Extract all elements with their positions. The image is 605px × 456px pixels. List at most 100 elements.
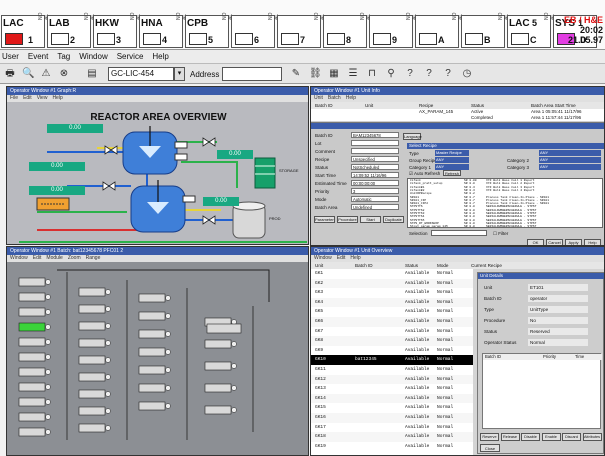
alarm-group-cell[interactable]: CPBNO AL5: [185, 13, 234, 48]
phase-node[interactable]: [138, 383, 166, 393]
table-row[interactable]: GK7 Available Normal: [311, 326, 473, 337]
form-field[interactable]: 00:00:00:00: [351, 180, 399, 186]
form-field[interactable]: 3: [351, 188, 399, 194]
dialog-button[interactable]: OK: [527, 239, 544, 245]
column-header[interactable]: Recipe: [419, 102, 433, 109]
menu-event[interactable]: Event: [28, 50, 48, 63]
print-icon[interactable]: 🖶: [4, 68, 16, 80]
unit-info-window[interactable]: Operator Window #1 Unit Info Unit Batch He…: [310, 86, 605, 246]
filter-select[interactable]: Master Recipe: [435, 150, 469, 156]
phase-node[interactable]: [78, 423, 106, 433]
unit-action-button[interactable]: Disable: [521, 433, 540, 441]
column-header[interactable]: Status: [405, 262, 418, 269]
filter-select[interactable]: ANY: [539, 164, 601, 170]
table-row[interactable]: GK6 Available Normal: [311, 317, 473, 327]
recipe-list[interactable]: CLTank SR 0.00 XYZ Bulk Base Coil 1 Report…: [407, 178, 603, 228]
tag-dropdown-icon[interactable]: ▾: [174, 67, 185, 81]
window-menu-item[interactable]: Edit: [23, 95, 32, 102]
window-menu-item[interactable]: Module: [46, 255, 62, 262]
unit-action-button[interactable]: Discard: [562, 433, 581, 441]
alarm-group-cell[interactable]: HKWNO AL3: [93, 13, 142, 48]
request-list[interactable]: Batch ID Priority Time: [482, 353, 602, 429]
form-field[interactable]: [351, 148, 399, 154]
window-menu-item[interactable]: File: [10, 95, 18, 102]
help-icon[interactable]: ?: [404, 68, 416, 80]
window-menu-item[interactable]: Window: [314, 255, 332, 262]
edit-icon[interactable]: ✎: [290, 68, 302, 80]
help-icon[interactable]: ?: [442, 68, 454, 80]
refresh-button[interactable]: Refresh: [443, 170, 461, 176]
reactor-window[interactable]: Operator Window #1 Graph:R File Edit View H…: [6, 86, 309, 245]
window-menu-item[interactable]: Window: [10, 255, 28, 262]
phase-node[interactable]: [18, 412, 46, 422]
alarm-group-cell[interactable]: LACNO ALC5: [507, 13, 556, 48]
menu-service[interactable]: Service: [117, 50, 144, 63]
phase-node[interactable]: [138, 293, 166, 303]
phase-node[interactable]: [204, 405, 232, 415]
form-field[interactable]: NotScheduled: [351, 164, 399, 170]
dialog-button[interactable]: Help: [584, 239, 601, 245]
column-header[interactable]: Mode: [437, 262, 449, 269]
form-field[interactable]: Automatic: [351, 196, 399, 202]
window-menu-item[interactable]: Help: [52, 95, 62, 102]
link-icon[interactable]: ⛓: [309, 68, 322, 80]
column-header[interactable]: Current Recipe: [471, 262, 502, 269]
cancel-icon[interactable]: ⊗: [58, 68, 70, 80]
alarm-icon[interactable]: ⚠: [40, 68, 52, 80]
phase-node[interactable]: [18, 367, 46, 377]
table-row[interactable]: GK18 Available Normal: [311, 432, 473, 442]
phase-node[interactable]: [18, 322, 46, 332]
table-row[interactable]: GK14 Available Normal: [311, 393, 473, 404]
phase-node[interactable]: [18, 382, 46, 392]
table-row[interactable]: GK2 Available Normal: [311, 278, 473, 289]
unit-action-button[interactable]: Release: [500, 433, 520, 441]
phase-node[interactable]: [18, 292, 46, 302]
column-header[interactable]: Batch ID: [355, 262, 373, 269]
form-button[interactable]: Procedure: [337, 216, 358, 223]
table-row[interactable]: GK3 Available Normal: [311, 288, 473, 298]
menu-help[interactable]: Help: [152, 50, 168, 63]
phase-node[interactable]: [18, 352, 46, 362]
window-menu-item[interactable]: Zoom: [68, 255, 81, 262]
phase-node[interactable]: [204, 339, 232, 349]
filter-checkbox[interactable]: ☐ Filter: [493, 231, 508, 237]
unit-action-button[interactable]: Reserve: [480, 433, 499, 441]
form-button[interactable]: Start: [360, 216, 381, 223]
alarm-group-cell[interactable]: NO ALA: [415, 13, 464, 48]
zoom-icon[interactable]: 🔍: [22, 68, 34, 80]
filter-select[interactable]: ANY: [539, 150, 601, 156]
recipe-row[interactable]: Stpst_param_param_145 SR 0.0 SERIALNUMBERS…: [408, 225, 602, 227]
phase-node[interactable]: [18, 307, 46, 317]
table-row[interactable]: GK12 Available Normal: [311, 374, 473, 385]
phase-node[interactable]: [18, 277, 46, 287]
tag-input[interactable]: GC-LIC-454: [108, 67, 174, 81]
list-icon[interactable]: ☰: [347, 68, 359, 80]
column-header[interactable]: Unit: [365, 102, 373, 109]
window-list-icon[interactable]: ▤: [86, 68, 98, 80]
table-row[interactable]: GK16 Available Normal: [311, 413, 473, 423]
phase-node[interactable]: [138, 347, 166, 357]
pin-icon[interactable]: ⚲: [385, 68, 397, 80]
alarm-group-cell[interactable]: NO ALB: [461, 13, 510, 48]
unit-action-button[interactable]: Enable: [541, 433, 561, 441]
help-icon[interactable]: ?: [423, 68, 435, 80]
phase-node[interactable]: [78, 304, 106, 314]
window-menu-item[interactable]: Edit: [33, 255, 42, 262]
phase-node[interactable]: [138, 311, 166, 321]
table-row[interactable]: Completed Area 1 11:57:44 11/17/96: [311, 115, 604, 121]
form-field[interactable]: Unspecified: [351, 156, 399, 162]
form-field[interactable]: [351, 140, 399, 146]
dialog-button[interactable]: Apply: [565, 239, 582, 245]
form-field[interactable]: BAM12345678: [351, 132, 399, 138]
alarm-group-cell[interactable]: NO AL8: [323, 13, 372, 48]
unit-action-button[interactable]: Attributes: [582, 433, 602, 441]
table-row[interactable]: GK1 Available Normal: [311, 269, 473, 279]
menu-user[interactable]: User: [2, 50, 19, 63]
table-row[interactable]: GK8 Available Normal: [311, 336, 473, 346]
table-row[interactable]: GK13 Available Normal: [311, 384, 473, 394]
phase-node[interactable]: [78, 406, 106, 416]
table-icon[interactable]: ▦: [328, 68, 340, 80]
phase-node[interactable]: [78, 287, 106, 297]
phase-node[interactable]: [138, 329, 166, 339]
grid-icon[interactable]: ⊓: [366, 68, 378, 80]
